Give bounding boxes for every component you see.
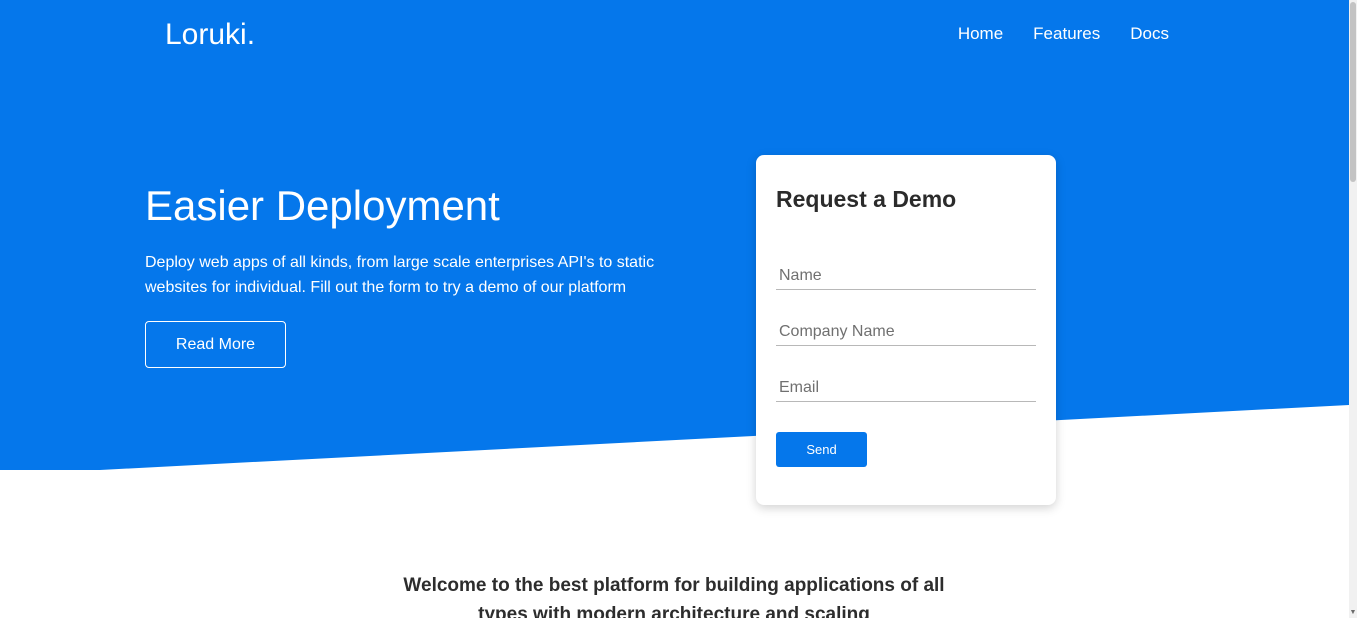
request-demo-title: Request a Demo <box>776 186 957 212</box>
brand-logo[interactable]: Loruki. <box>165 16 255 54</box>
request-demo-card: Request a Demo Send <box>756 155 1056 505</box>
name-input[interactable] <box>776 266 1036 290</box>
welcome-text: Welcome to the best platform for buildin… <box>403 575 945 618</box>
nav-home-link[interactable]: Home <box>958 24 1003 44</box>
main-nav: Home Features Docs <box>958 24 1169 44</box>
nav-features-link[interactable]: Features <box>1033 24 1100 44</box>
hero-title: Easier Deployment <box>145 182 500 229</box>
scroll-down-arrow-icon[interactable]: ▼ <box>1349 608 1357 618</box>
send-button[interactable]: Send <box>776 432 867 467</box>
hero-description: Deploy web apps of all kinds, from large… <box>145 254 655 296</box>
vertical-scrollbar[interactable]: ▼ <box>1349 0 1357 618</box>
company-name-input[interactable] <box>776 322 1036 346</box>
scrollbar-thumb[interactable] <box>1350 2 1356 182</box>
landing-page: Loruki. Home Features Docs Easier Deploy… <box>0 0 1357 618</box>
hero-background <box>0 0 1349 470</box>
read-more-button[interactable]: Read More <box>145 321 286 368</box>
nav-docs-link[interactable]: Docs <box>1130 24 1169 44</box>
email-input[interactable] <box>776 378 1036 402</box>
